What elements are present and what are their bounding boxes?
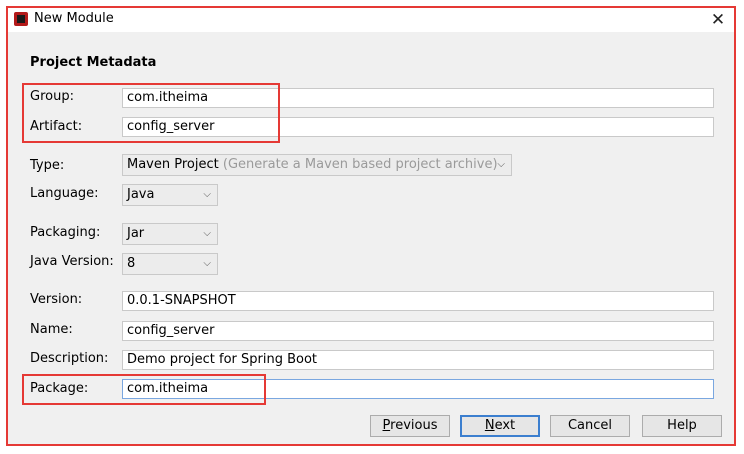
previous-mnemonic: P xyxy=(382,418,391,433)
chevron-down-icon: ⌵ xyxy=(203,228,211,239)
packaging-label: Packaging: xyxy=(30,225,101,240)
type-hint: (Generate a Maven based project archive) xyxy=(222,157,498,172)
description-label: Description: xyxy=(30,351,109,366)
package-highlight xyxy=(22,374,266,405)
group-artifact-highlight xyxy=(22,83,280,143)
version-label: Version: xyxy=(30,292,83,307)
name-field[interactable]: config_server xyxy=(122,321,714,341)
language-select[interactable]: Java ⌵ xyxy=(122,184,218,206)
java-version-label: Java Version: xyxy=(30,254,114,269)
window-title: New Module xyxy=(34,11,114,26)
previous-label-rest: revious xyxy=(390,418,438,433)
next-label-rest: ext xyxy=(494,418,516,433)
packaging-select[interactable]: Jar ⌵ xyxy=(122,223,218,245)
packaging-value: Jar xyxy=(127,226,145,241)
section-title: Project Metadata xyxy=(30,55,157,70)
chevron-down-icon: ⌵ xyxy=(497,159,505,170)
intellij-idea-icon xyxy=(14,12,28,26)
language-label: Language: xyxy=(30,186,99,201)
type-select[interactable]: Maven Project (Generate a Maven based pr… xyxy=(122,154,512,176)
chevron-down-icon: ⌵ xyxy=(203,189,211,200)
title-bar: New Module ✕ xyxy=(8,8,734,32)
close-icon[interactable]: ✕ xyxy=(704,8,732,32)
next-mnemonic: N xyxy=(484,418,495,433)
chevron-down-icon: ⌵ xyxy=(203,258,211,269)
type-label: Type: xyxy=(30,158,65,173)
next-button[interactable]: Next xyxy=(460,415,540,437)
new-module-dialog: New Module ✕ Project Metadata Group: com… xyxy=(6,6,736,446)
previous-button[interactable]: Previous xyxy=(370,415,450,437)
type-value: Maven Project xyxy=(127,157,219,172)
help-button[interactable]: Help xyxy=(642,415,722,437)
name-label: Name: xyxy=(30,322,73,337)
java-version-value: 8 xyxy=(127,256,136,271)
cancel-button[interactable]: Cancel xyxy=(550,415,630,437)
language-value: Java xyxy=(127,187,155,202)
version-field[interactable]: 0.0.1-SNAPSHOT xyxy=(122,291,714,311)
java-version-select[interactable]: 8 ⌵ xyxy=(122,253,218,275)
description-field[interactable]: Demo project for Spring Boot xyxy=(122,350,714,370)
